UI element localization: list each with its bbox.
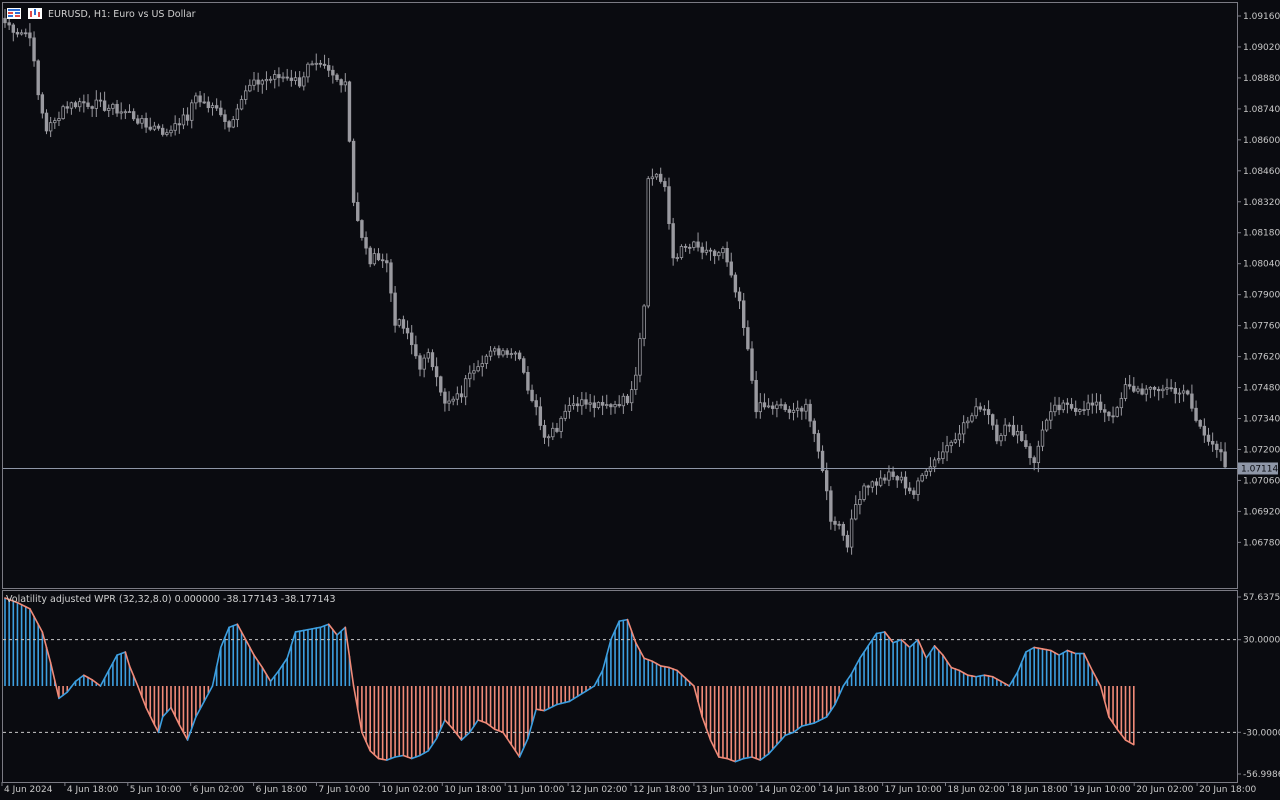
candle: [36, 59, 40, 100]
time-tick-label: 18 Jun 02:00: [948, 785, 1005, 795]
price-tick-label: 1.06780: [1243, 538, 1280, 548]
indicator-tick-label: 57.63759: [1243, 593, 1280, 603]
time-tick-label: 14 Jun 02:00: [759, 785, 816, 795]
price-tick-label: 1.08880: [1243, 74, 1280, 84]
time-tick-label: 10 Jun 02:00: [381, 785, 438, 795]
indicator-tick-label: -56.99863: [1243, 770, 1280, 780]
price-tick-label: 1.07620: [1243, 353, 1280, 363]
time-tick-label: 7 Jun 10:00: [319, 785, 371, 795]
time-tick-label: 5 Jun 10:00: [130, 785, 182, 795]
time-tick-label: 12 Jun 02:00: [570, 785, 627, 795]
indicator-title: Volatility adjusted WPR (32,32,8.0) 0.00…: [6, 594, 336, 605]
price-tick-label: 1.08600: [1243, 136, 1280, 146]
candle: [351, 138, 356, 207]
symbol-title: EURUSD, H1: Euro vs US Dollar: [48, 9, 196, 20]
candle: [522, 356, 526, 375]
time-tick-label: 4 Jun 2024: [4, 785, 53, 795]
time-tick-label: 10 Jun 18:00: [444, 785, 501, 795]
price-tick-label: 1.08460: [1243, 167, 1280, 177]
price-tick-label: 1.07900: [1243, 291, 1280, 301]
candle: [679, 244, 684, 260]
time-tick-label: 11 Jun 10:00: [507, 785, 564, 795]
price-tick-label: 1.08740: [1243, 105, 1280, 115]
price-tick-label: 1.07480: [1243, 384, 1280, 394]
price-tick-label: 1.09160: [1243, 12, 1280, 22]
time-tick-label: 6 Jun 18:00: [256, 785, 308, 795]
candle: [1115, 405, 1119, 418]
price-tick-label: 1.07760: [1243, 322, 1280, 332]
time-tick-label: 14 Jun 18:00: [822, 785, 879, 795]
candle: [638, 332, 642, 383]
time-tick-label: 18 Jun 18:00: [1010, 785, 1067, 795]
candle: [44, 109, 49, 135]
candle: [368, 245, 372, 268]
candle: [393, 286, 397, 333]
chart-menu-icon[interactable]: [7, 8, 21, 19]
chart-header: EURUSD, H1: Euro vs US Dollar: [7, 8, 196, 20]
candle: [360, 219, 364, 241]
price-tick-label: 1.08180: [1243, 229, 1280, 239]
price-tick-label: 1.08320: [1243, 198, 1280, 208]
price-tick-label: 1.07060: [1243, 476, 1280, 486]
time-tick-label: 4 Jun 18:00: [67, 785, 119, 795]
price-tick-label: 1.08040: [1243, 260, 1280, 270]
chart-type-icon[interactable]: [28, 8, 42, 19]
candle: [862, 483, 866, 502]
indicator-tick-label: -30.00000: [1243, 728, 1280, 738]
indicator-tick-label: 30.00000: [1243, 636, 1280, 646]
price-tick-label: 1.09020: [1243, 43, 1280, 53]
time-tick-label: 13 Jun 10:00: [696, 785, 753, 795]
current-price-label: 1.07114: [1241, 464, 1278, 474]
time-tick-label: 19 Jun 10:00: [1073, 785, 1130, 795]
time-tick-label: 17 Jun 10:00: [885, 785, 942, 795]
time-tick-label: 6 Jun 02:00: [193, 785, 245, 795]
price-tick-label: 1.06920: [1243, 507, 1280, 517]
candle: [646, 176, 650, 309]
candle: [1044, 418, 1049, 433]
time-tick-label: 20 Jun 18:00: [1199, 785, 1256, 795]
time-tick-label: 20 Jun 02:00: [1136, 785, 1193, 795]
candle: [61, 104, 65, 120]
chart-window[interactable]: EURUSD, H1: Euro vs US Dollar 1.09160 1.0…: [0, 0, 1280, 800]
time-tick-label: 12 Jun 18:00: [633, 785, 690, 795]
candle: [347, 80, 352, 143]
price-tick-label: 1.07340: [1243, 415, 1280, 425]
price-tick-label: 1.07200: [1243, 445, 1280, 455]
